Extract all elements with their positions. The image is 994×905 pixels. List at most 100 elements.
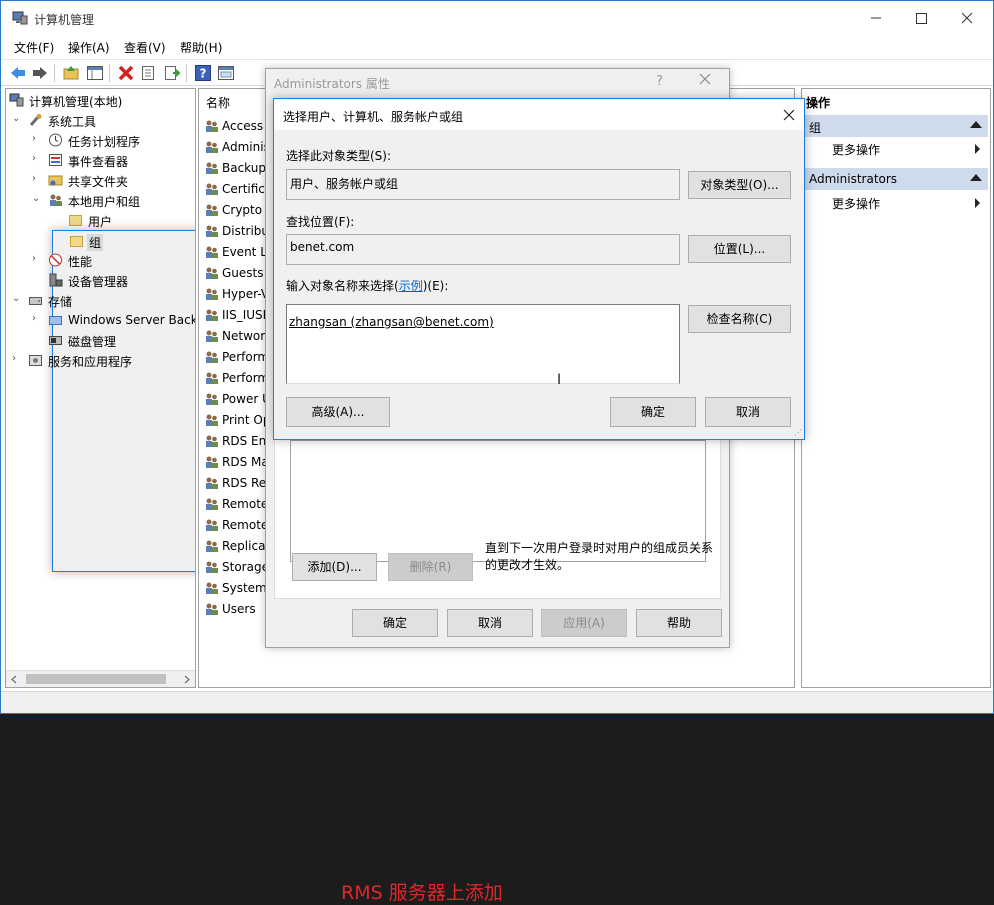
props-ok-button[interactable]: 确定 (352, 609, 438, 637)
column-header-name[interactable]: 名称 (206, 94, 230, 111)
show-hide-tree-icon[interactable] (86, 64, 104, 82)
minimize-button[interactable] (853, 1, 899, 35)
menu-action[interactable]: 操作(A) (68, 39, 110, 56)
object-type-field: 用户、服务帐户或组 (286, 169, 680, 200)
resize-grip-icon[interactable]: ⋰ (794, 428, 802, 437)
enter-names-label: 输入对象名称来选择(示例)(E): (286, 279, 449, 293)
group-icon (204, 224, 219, 238)
scroll-right-icon[interactable] (183, 675, 191, 684)
locations-button[interactable]: 位置(L)... (688, 235, 791, 263)
group-icon (204, 203, 219, 217)
actions-group-administrators[interactable]: Administrators (804, 168, 988, 190)
membership-note: 直到下一次用户登录时对用户的组成员关系的更改才生效。 (485, 541, 714, 572)
forward-arrow-icon[interactable] (31, 64, 49, 82)
select-cancel-button[interactable]: 取消 (705, 397, 791, 427)
collapse-up-icon[interactable] (970, 121, 982, 128)
more-actions-groups[interactable]: 更多操作 (832, 141, 880, 158)
help-icon[interactable]: ? (194, 64, 212, 82)
back-arrow-icon[interactable] (9, 64, 27, 82)
chevron-right-icon[interactable]: › (32, 313, 44, 324)
scrollbar-thumb[interactable] (26, 674, 166, 684)
shared-folder-icon (48, 173, 63, 187)
folder-icon (69, 234, 84, 248)
actions-group-groups[interactable]: 组 (804, 115, 988, 137)
up-folder-icon[interactable] (62, 64, 80, 82)
actions-pane: 操作 组 更多操作 Administrators 更多操作 (801, 88, 991, 688)
group-icon (204, 161, 219, 175)
chevron-down-icon[interactable]: ⌄ (12, 113, 24, 124)
select-ok-button[interactable]: 确定 (610, 397, 696, 427)
computer-management-window: 计算机管理 文件(F) 操作(A) 查看(V) 帮助(H) ? 计算机管理(本地… (0, 0, 994, 904)
object-types-button[interactable]: 对象类型(O)... (688, 171, 791, 199)
remove-member-button[interactable]: 删除(R) (388, 553, 473, 581)
chevron-right-icon[interactable]: › (32, 153, 44, 164)
group-icon (204, 581, 219, 595)
text-cursor-icon: I (557, 372, 562, 388)
group-name: IIS_IUSR (222, 308, 271, 322)
close-icon[interactable] (782, 104, 796, 122)
menu-file[interactable]: 文件(F) (14, 39, 54, 56)
group-icon (204, 140, 219, 154)
chevron-right-icon[interactable]: › (32, 173, 44, 184)
services-icon (28, 353, 43, 367)
tree-horizontal-scrollbar[interactable] (6, 670, 195, 687)
group-icon (204, 518, 219, 532)
collapse-up-icon[interactable] (970, 174, 982, 181)
event-viewer-icon (48, 153, 63, 167)
chevron-right-icon[interactable]: › (12, 353, 24, 364)
group-icon (204, 434, 219, 448)
group-name: Access (222, 119, 264, 133)
group-icon (204, 392, 219, 406)
chevron-right-icon[interactable]: › (32, 133, 44, 144)
advanced-button[interactable]: 高级(A)... (286, 397, 390, 427)
group-name: Remote (222, 497, 269, 511)
props-help-icon[interactable]: ? (656, 74, 663, 89)
group-name: Power U (222, 392, 271, 406)
props-help-button[interactable]: 帮助 (636, 609, 722, 637)
more-actions-administrators[interactable]: 更多操作 (832, 195, 880, 212)
clock-icon (48, 133, 63, 147)
props-close-icon[interactable] (698, 72, 712, 86)
properties-icon[interactable] (139, 64, 157, 82)
delete-icon[interactable] (117, 64, 135, 82)
group-icon (204, 497, 219, 511)
window-title: 计算机管理 (34, 13, 95, 27)
group-name: Storage (222, 560, 269, 574)
menu-view[interactable]: 查看(V) (124, 39, 166, 56)
examples-link[interactable]: 示例 (399, 279, 423, 293)
chevron-down-icon[interactable]: ⌄ (32, 193, 44, 204)
navigation-tree: 计算机管理(本地) ⌄ 系统工具 › 任务计划程序 › 事件查看器 › 共享文件… (5, 88, 196, 688)
users-group-icon (48, 193, 63, 207)
chevron-right-icon[interactable]: › (32, 253, 44, 264)
group-icon (204, 602, 219, 616)
group-name: RDS Ma (222, 455, 269, 469)
group-name: Print Op (222, 413, 271, 427)
props-cancel-button[interactable]: 取消 (447, 609, 533, 637)
maximize-button[interactable] (899, 1, 945, 35)
group-name: Perform (222, 350, 270, 364)
add-member-button[interactable]: 添加(D)... (292, 553, 377, 581)
close-button[interactable] (945, 1, 991, 35)
export-list-icon[interactable] (163, 64, 181, 82)
group-name: Backup (222, 161, 266, 175)
chevron-down-icon[interactable]: ⌄ (12, 293, 24, 304)
location-field: benet.com (286, 234, 680, 265)
backup-icon (48, 313, 63, 327)
annotation-text: RMS 服务器上添加 (341, 882, 503, 904)
group-icon (204, 287, 219, 301)
scroll-left-icon[interactable] (10, 675, 18, 684)
group-icon (204, 182, 219, 196)
submenu-arrow-icon (975, 144, 980, 154)
props-apply-button[interactable]: 应用(A) (541, 609, 627, 637)
check-names-button[interactable]: 检查名称(C) (688, 305, 791, 333)
object-names-input[interactable]: zhangsan (zhangsan@benet.com) (286, 304, 680, 384)
group-icon (204, 245, 219, 259)
svg-text:?: ? (200, 67, 207, 81)
computer-management-icon (9, 93, 24, 107)
group-name: Hyper-V (222, 287, 270, 301)
menu-bar: 文件(F) 操作(A) 查看(V) 帮助(H) (1, 36, 993, 58)
status-bar (1, 691, 993, 713)
menu-help[interactable]: 帮助(H) (180, 39, 222, 56)
mmc-view-icon[interactable] (217, 64, 235, 82)
group-icon (204, 266, 219, 280)
